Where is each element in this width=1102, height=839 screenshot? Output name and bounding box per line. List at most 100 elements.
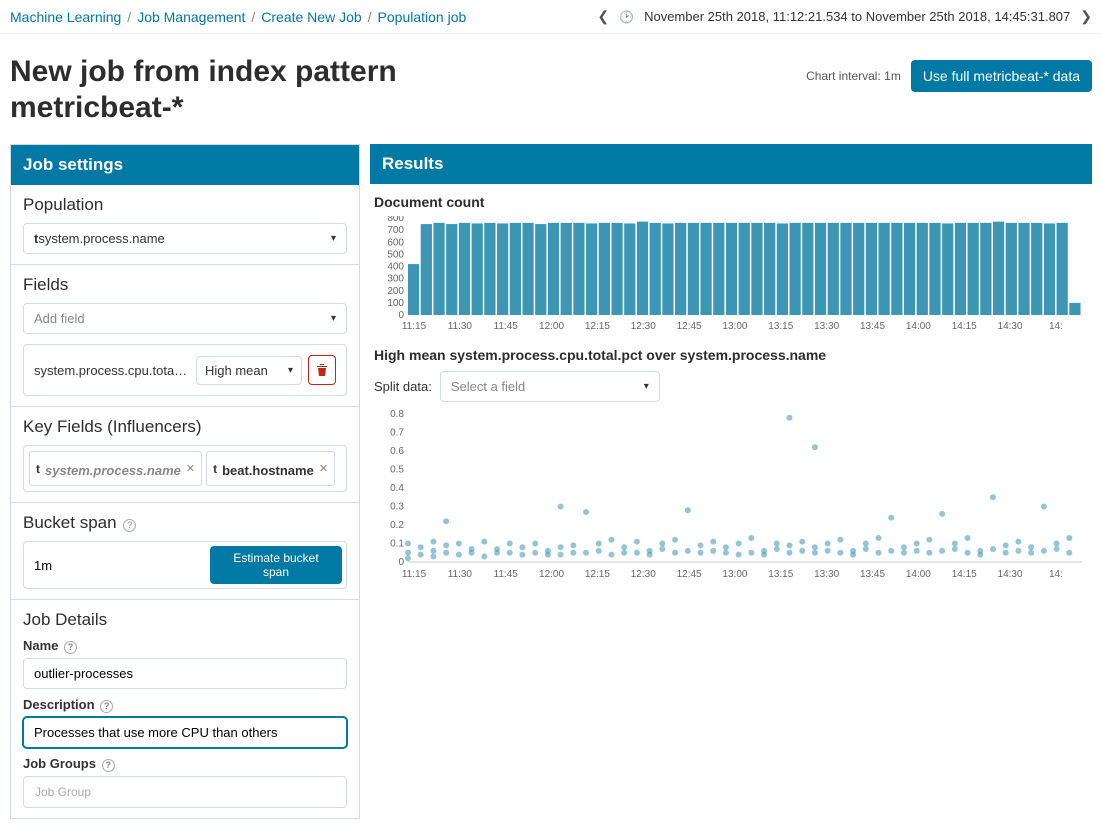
svg-text:0.4: 0.4 [390, 483, 404, 494]
fields-title: Fields [23, 275, 347, 295]
svg-text:12:15: 12:15 [585, 321, 610, 331]
description-label: Description ? [23, 697, 347, 713]
breadcrumb-sep: / [368, 9, 372, 25]
caret-down-icon: ▾ [644, 381, 649, 392]
svg-text:12:15: 12:15 [585, 569, 610, 580]
chart-interval-label: Chart interval: 1m [806, 69, 901, 83]
time-range-text: November 25th 2018, 11:12:21.534 to Nove… [644, 9, 1070, 24]
chevron-right-icon[interactable]: ❯ [1080, 8, 1092, 25]
svg-text:14:: 14: [1049, 321, 1063, 331]
svg-text:13:15: 13:15 [768, 569, 793, 580]
svg-text:12:30: 12:30 [631, 569, 656, 580]
use-full-data-button[interactable]: Use full metricbeat-* data [911, 60, 1092, 92]
job-groups-label: Job Groups ? [23, 756, 347, 772]
svg-text:11:45: 11:45 [494, 321, 519, 331]
svg-text:12:30: 12:30 [631, 321, 656, 331]
split-data-select[interactable]: Select a field ▾ [440, 371, 660, 402]
svg-text:0.5: 0.5 [390, 465, 404, 476]
svg-text:14:30: 14:30 [998, 569, 1023, 580]
job-name-input[interactable] [23, 658, 347, 689]
add-field-placeholder: Add field [34, 311, 85, 326]
bucket-span-input[interactable] [34, 558, 210, 573]
breadcrumb: Machine Learning / Job Management / Crea… [10, 9, 466, 25]
job-description-input[interactable] [23, 717, 347, 748]
chevron-left-icon[interactable]: ❮ [597, 8, 609, 25]
svg-text:12:00: 12:00 [539, 321, 564, 331]
population-value: system.process.name [38, 231, 164, 246]
svg-text:0.8: 0.8 [390, 410, 404, 420]
svg-text:14:00: 14:00 [906, 321, 931, 331]
bucket-span-title: Bucket span ? [23, 513, 347, 533]
field-agg-select[interactable]: High mean ▾ [196, 356, 302, 385]
svg-text:14:30: 14:30 [998, 321, 1023, 331]
svg-text:100: 100 [387, 298, 404, 309]
results-header: Results [370, 144, 1092, 184]
delete-field-button[interactable] [308, 355, 336, 385]
svg-text:400: 400 [387, 262, 404, 273]
breadcrumb-item-createnew[interactable]: Create New Job [261, 9, 361, 25]
svg-text:0.7: 0.7 [390, 428, 404, 439]
influencer-tag: t beat.hostname ✕ [206, 451, 335, 486]
svg-text:13:15: 13:15 [768, 321, 793, 331]
svg-text:14:15: 14:15 [952, 569, 977, 580]
job-details-title: Job Details [23, 610, 347, 630]
svg-text:13:45: 13:45 [860, 321, 885, 331]
svg-text:700: 700 [387, 225, 404, 236]
svg-text:0.2: 0.2 [390, 520, 404, 531]
doc-count-title: Document count [374, 194, 1088, 210]
job-groups-input[interactable]: Job Group [23, 776, 347, 808]
remove-tag-icon[interactable]: ✕ [319, 462, 328, 475]
help-icon[interactable]: ? [102, 759, 115, 772]
breadcrumb-sep: / [251, 9, 255, 25]
estimate-bucket-span-button[interactable]: Estimate bucket span [210, 546, 342, 584]
trash-icon [316, 363, 328, 377]
name-label: Name ? [23, 638, 347, 654]
split-data-label: Split data: [374, 379, 432, 394]
population-select[interactable]: tsystem.process.name ▾ [23, 223, 347, 254]
influencer-tag: t system.process.name ✕ [29, 451, 202, 486]
svg-text:14:: 14: [1049, 569, 1063, 580]
breadcrumb-item-population[interactable]: Population job [378, 9, 467, 25]
scatter-title: High mean system.process.cpu.total.pct o… [374, 347, 1088, 363]
caret-down-icon: ▾ [331, 233, 336, 244]
clock-icon: 🕑 [619, 10, 634, 24]
svg-text:14:15: 14:15 [952, 321, 977, 331]
svg-text:12:45: 12:45 [677, 321, 702, 331]
svg-text:0: 0 [398, 310, 404, 321]
svg-text:500: 500 [387, 249, 404, 260]
page-title: New job from index pattern metricbeat-* [10, 54, 510, 126]
svg-text:11:15: 11:15 [402, 569, 427, 580]
svg-text:0.1: 0.1 [390, 539, 404, 550]
job-settings-header: Job settings [11, 145, 359, 185]
influencers-input[interactable]: t system.process.name ✕ t beat.hostname … [23, 445, 347, 492]
svg-text:11:30: 11:30 [448, 321, 473, 331]
add-field-select[interactable]: Add field ▾ [23, 303, 347, 334]
help-icon[interactable]: ? [100, 700, 113, 713]
svg-text:600: 600 [387, 237, 404, 248]
svg-text:11:30: 11:30 [448, 569, 473, 580]
svg-text:12:00: 12:00 [539, 569, 564, 580]
remove-tag-icon[interactable]: ✕ [186, 462, 195, 475]
help-icon[interactable]: ? [64, 641, 77, 654]
field-row: system.process.cpu.total.... High mean ▾ [34, 355, 336, 385]
population-title: Population [23, 195, 347, 215]
svg-text:13:30: 13:30 [814, 569, 839, 580]
svg-text:300: 300 [387, 274, 404, 285]
svg-text:800: 800 [387, 216, 404, 224]
help-icon[interactable]: ? [123, 519, 136, 532]
breadcrumb-item-jobmgmt[interactable]: Job Management [137, 9, 245, 25]
svg-text:200: 200 [387, 286, 404, 297]
svg-text:14:00: 14:00 [906, 569, 931, 580]
svg-text:0: 0 [398, 557, 404, 568]
field-name: system.process.cpu.total.... [34, 363, 190, 378]
svg-text:0.3: 0.3 [390, 502, 404, 513]
svg-text:12:45: 12:45 [677, 569, 702, 580]
job-groups-placeholder: Job Group [29, 782, 97, 802]
caret-down-icon: ▾ [331, 313, 336, 324]
breadcrumb-item-ml[interactable]: Machine Learning [10, 9, 121, 25]
svg-text:13:45: 13:45 [860, 569, 885, 580]
time-range-picker[interactable]: ❮ 🕑 November 25th 2018, 11:12:21.534 to … [597, 8, 1092, 25]
svg-text:11:45: 11:45 [494, 569, 519, 580]
svg-text:13:00: 13:00 [722, 321, 747, 331]
scatter-chart: 00.10.20.30.40.50.60.70.811:1511:3011:45… [374, 410, 1086, 580]
